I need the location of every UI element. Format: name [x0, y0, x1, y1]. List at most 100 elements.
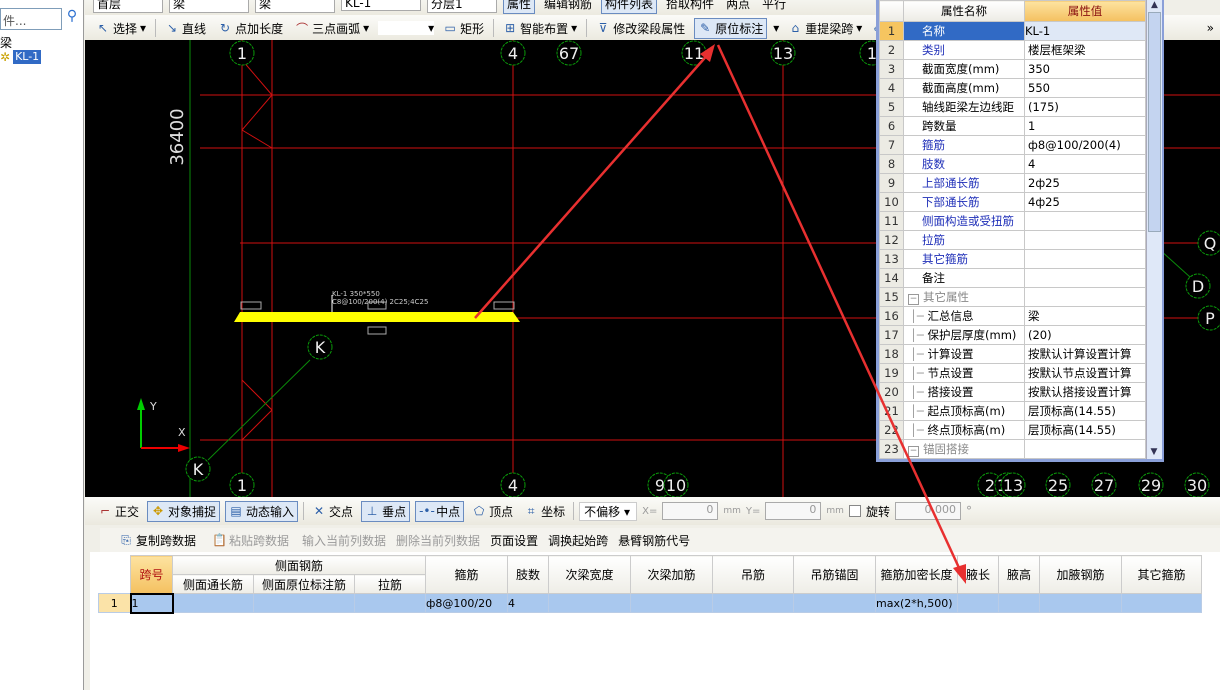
edit-rebar-button[interactable]: 编辑钢筋	[541, 0, 595, 13]
search-input[interactable]: 件...	[0, 8, 62, 30]
property-value[interactable]: (175)	[1024, 97, 1146, 117]
property-row[interactable]: 2 类别 楼层框架梁	[879, 40, 1146, 60]
table-cell[interactable]	[354, 593, 426, 613]
input-column-button[interactable]: 输入当前列数据	[302, 532, 386, 549]
property-row[interactable]: 13 其它箍筋	[879, 249, 1146, 269]
rotate-input[interactable]: 0.000	[894, 502, 961, 520]
property-value[interactable]: 梁	[1024, 306, 1146, 326]
property-value[interactable]: 2ф25	[1024, 173, 1146, 193]
collapse-icon[interactable]: −	[908, 446, 919, 457]
property-row[interactable]: 14 备注	[879, 268, 1146, 288]
property-value[interactable]	[1024, 230, 1146, 250]
property-row[interactable]: 22 │─ 终点顶标高(m) 层顶标高(14.55)	[879, 420, 1146, 440]
component-select[interactable]: KL-1	[341, 0, 421, 11]
floor-select[interactable]: 首层	[93, 0, 163, 13]
delete-column-button[interactable]: 删除当前列数据	[396, 532, 480, 549]
property-value[interactable]: KL-1	[1024, 21, 1146, 41]
copy-span-button[interactable]: ⎘ 复制跨数据	[116, 531, 199, 550]
cantilever-code-button[interactable]: 悬臂钢筋代号	[618, 532, 690, 549]
table-cell[interactable]	[793, 593, 876, 613]
layer-select[interactable]: 分层1	[427, 0, 497, 13]
dynamic-input-toggle[interactable]: ▤ 动态输入	[225, 500, 299, 522]
properties-button[interactable]: 属性	[503, 0, 536, 14]
property-row[interactable]: 16 │─ 汇总信息梁	[879, 306, 1146, 326]
table-cell[interactable]	[253, 593, 355, 613]
rotate-checkbox[interactable]	[848, 505, 861, 517]
property-row[interactable]: 10 下部通长筋 4ф25	[879, 192, 1146, 212]
property-value[interactable]: (20)	[1024, 325, 1146, 345]
vertex-snap[interactable]: ⬠ 顶点	[469, 502, 516, 521]
re-span-button[interactable]: ⌂ 重提梁跨 ▾	[785, 19, 865, 38]
smart-layout-button[interactable]: ⊞ 智能布置 ▾	[500, 19, 580, 38]
property-row[interactable]: 15− 其它属性	[879, 287, 1146, 307]
y-input[interactable]: 0	[765, 502, 822, 520]
property-value[interactable]: 4	[1024, 154, 1146, 174]
type2-select[interactable]: 梁	[255, 0, 335, 13]
perpendicular-snap[interactable]: ⊥ 垂点	[361, 500, 411, 522]
property-value[interactable]	[1024, 287, 1146, 307]
tree-item-kl1[interactable]: ✲ KL-1	[0, 50, 42, 64]
property-row[interactable]: 12 拉筋	[879, 230, 1146, 250]
property-value[interactable]	[1024, 439, 1146, 459]
property-value[interactable]: 350	[1024, 59, 1146, 79]
parallel-button[interactable]: 平行	[759, 0, 789, 13]
page-setup-button[interactable]: 页面设置	[490, 532, 538, 549]
property-row[interactable]: 11 侧面构造或受扭筋	[879, 211, 1146, 231]
property-scrollbar[interactable]: ▲ ▼	[1146, 0, 1162, 459]
paste-span-button[interactable]: 📋 粘贴跨数据	[209, 531, 292, 550]
ortho-toggle[interactable]: ⌐ 正交	[95, 502, 142, 521]
pick-button[interactable]: 拾取构件	[663, 0, 717, 13]
property-row[interactable]: 8 肢数 4	[879, 154, 1146, 174]
property-value[interactable]: 1	[1024, 116, 1146, 136]
property-row[interactable]: 20 │─ 搭接设置 按默认搭接设置计算	[879, 382, 1146, 402]
property-value[interactable]: 楼层框架梁	[1024, 40, 1146, 60]
property-row[interactable]: 18 │─ 计算设置 按默认计算设置计算	[879, 344, 1146, 364]
property-row[interactable]: 23− 锚固搭接	[879, 439, 1146, 459]
modify-segment-button[interactable]: ⊽ 修改梁段属性	[593, 19, 688, 38]
property-row[interactable]: 7 箍筋 ф8@100/200(4)	[879, 135, 1146, 155]
property-row[interactable]: 17 │─ 保护层厚度(mm) (20)	[879, 325, 1146, 345]
property-value[interactable]: 4ф25	[1024, 192, 1146, 212]
table-cell[interactable]: 4	[507, 593, 549, 613]
table-cell[interactable]: ф8@100/20	[425, 593, 508, 613]
offset-select[interactable]: 不偏移 ▾	[579, 501, 638, 521]
table-cell[interactable]	[630, 593, 713, 613]
table-cell[interactable]	[998, 593, 1040, 613]
property-row[interactable]: 3 截面宽度(mm) 350	[879, 59, 1146, 79]
two-points-button[interactable]: 两点	[723, 0, 753, 13]
table-cell[interactable]: max(2*h,500)	[875, 593, 958, 613]
select-button[interactable]: ↖ 选择 ▾	[93, 19, 149, 38]
rect-button[interactable]: ▭ 矩形	[440, 19, 487, 38]
property-value[interactable]	[1024, 268, 1146, 288]
line-button[interactable]: ↘ 直线	[162, 19, 209, 38]
midpoint-snap[interactable]: -•- 中点	[415, 500, 465, 522]
table-cell[interactable]	[172, 593, 254, 613]
property-value[interactable]: 按默认搭接设置计算	[1024, 382, 1146, 402]
more-button[interactable]: »	[1207, 21, 1214, 35]
property-value[interactable]: 按默认计算设置计算	[1024, 344, 1146, 364]
swap-start-span-button[interactable]: 调换起始跨	[548, 532, 608, 549]
table-cell[interactable]	[548, 593, 631, 613]
x-input[interactable]: 0	[662, 502, 719, 520]
beam-kl1[interactable]	[234, 312, 520, 322]
in-situ-annotation-button[interactable]: ✎ 原位标注	[694, 17, 768, 39]
property-row[interactable]: 1 名称 KL-1	[879, 21, 1146, 41]
property-value[interactable]	[1024, 211, 1146, 231]
collapse-icon[interactable]: −	[908, 294, 919, 305]
property-value[interactable]: 层顶标高(14.55)	[1024, 401, 1146, 421]
property-row[interactable]: 5 轴线距梁左边线距 (175)	[879, 97, 1146, 117]
component-list-button[interactable]: 构件列表	[601, 0, 658, 14]
property-row[interactable]: 6 跨数量 1	[879, 116, 1146, 136]
arc-dropdown[interactable]: ▾	[378, 21, 435, 35]
table-cell[interactable]	[1039, 593, 1122, 613]
object-snap-toggle[interactable]: ✥ 对象捕捉	[147, 500, 221, 522]
property-value[interactable]	[1024, 249, 1146, 269]
search-icon[interactable]: ⚲	[62, 8, 82, 30]
point-length-button[interactable]: ↻ 点加长度	[215, 19, 286, 38]
arc-button[interactable]: ⌒ 三点画弧 ▾	[292, 19, 372, 38]
intersection-snap[interactable]: ✕ 交点	[309, 502, 356, 521]
table-row[interactable]: 1 1 ф8@100/20 4 max(2*h,500)	[98, 592, 1202, 614]
coordinate-snap[interactable]: ⌗ 坐标	[521, 502, 568, 521]
property-row[interactable]: 4 截面高度(mm) 550	[879, 78, 1146, 98]
property-row[interactable]: 19 │─ 节点设置 按默认节点设置计算	[879, 363, 1146, 383]
